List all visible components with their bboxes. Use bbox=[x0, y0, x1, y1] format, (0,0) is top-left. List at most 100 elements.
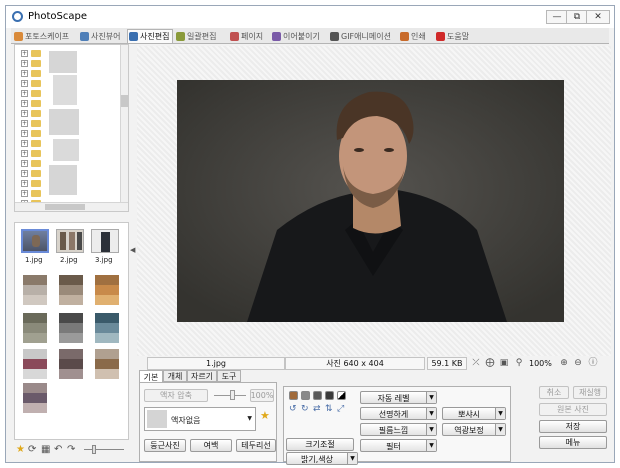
thumbnail-2[interactable] bbox=[56, 229, 84, 253]
film-effect-dropdown[interactable]: 필름느낌 ▼ bbox=[360, 423, 437, 436]
expand-icon[interactable]: + bbox=[21, 80, 28, 87]
blurred-thumbnail[interactable] bbox=[23, 383, 47, 413]
tree-horizontal-scrollbar[interactable] bbox=[15, 202, 128, 211]
frame-compress-button[interactable]: 액자 압축 bbox=[144, 389, 208, 402]
tab-combine[interactable]: 이어붙이기 bbox=[271, 29, 327, 43]
filter-dropdown[interactable]: 필터 ▼ bbox=[360, 439, 437, 452]
expand-icon[interactable]: + bbox=[21, 170, 28, 177]
forward-arrow-icon[interactable]: ↷ bbox=[67, 444, 75, 455]
filter-icon-4[interactable] bbox=[325, 391, 334, 400]
tab-viewer[interactable]: 사진뷰어 bbox=[79, 29, 125, 43]
blurred-thumbnail[interactable] bbox=[59, 313, 83, 343]
tree-hscroll-thumb[interactable] bbox=[45, 204, 85, 210]
expand-icon[interactable]: + bbox=[21, 60, 28, 67]
tab-batch[interactable]: 일괄편집 bbox=[175, 29, 227, 43]
blurred-thumbnail[interactable] bbox=[59, 349, 83, 379]
tab-print[interactable]: 인쇄 bbox=[399, 29, 433, 43]
favorite-star-icon[interactable]: ★ bbox=[260, 409, 270, 422]
tab-gif[interactable]: GIF애니메이션 bbox=[329, 29, 397, 43]
tab-crop[interactable]: 자르기 bbox=[187, 370, 217, 382]
expand-icon[interactable]: + bbox=[21, 130, 28, 137]
zoom-out-icon[interactable]: ⊖ bbox=[573, 358, 583, 368]
frame-dropdown[interactable]: 액자없음 ▼ bbox=[144, 407, 256, 431]
thumbnail-size-slider[interactable] bbox=[84, 449, 124, 450]
right-eye bbox=[384, 148, 394, 152]
tab-photoscape[interactable]: 포토스케이프 bbox=[13, 29, 77, 43]
rotate-icon[interactable]: ⟳ bbox=[28, 444, 36, 455]
undo-button[interactable]: 취소 bbox=[539, 386, 569, 399]
expand-icon[interactable]: + bbox=[21, 180, 28, 187]
blurred-thumbnail[interactable] bbox=[95, 313, 119, 343]
expand-icon[interactable]: + bbox=[21, 150, 28, 157]
tab-help[interactable]: 도움말 bbox=[435, 29, 479, 43]
sharpen-dropdown[interactable]: 선명하게 ▼ bbox=[360, 407, 437, 420]
filter-icon-2[interactable] bbox=[301, 391, 310, 400]
tree-vertical-scrollbar[interactable] bbox=[120, 45, 128, 211]
tab-label: 인쇄 bbox=[411, 31, 426, 41]
thumbnail-2-label: 2.jpg bbox=[60, 256, 78, 264]
expand-icon[interactable]: + bbox=[21, 120, 28, 127]
blurred-thumbnail[interactable] bbox=[95, 349, 119, 379]
frame-section: 액자 압축 100% 액자없음 ▼ ★ 둥근사진 여백 테두리선 bbox=[139, 382, 277, 462]
fit-icon[interactable]: ⤫ bbox=[471, 358, 481, 368]
filter-icon-1[interactable] bbox=[289, 391, 298, 400]
rotate-left-icon[interactable]: ↺ bbox=[289, 404, 297, 414]
expand-icon[interactable]: + bbox=[21, 50, 28, 57]
magnify-icon[interactable]: ⚲ bbox=[514, 358, 524, 368]
tab-editor[interactable]: 사진편집 bbox=[127, 29, 173, 43]
flip-vertical-icon[interactable]: ⇅ bbox=[325, 404, 333, 414]
folder-icon[interactable]: ▦ bbox=[41, 444, 50, 455]
expand-icon[interactable]: + bbox=[21, 70, 28, 77]
bloom-dropdown[interactable]: 뽀샤시 ▼ bbox=[442, 407, 506, 420]
expand-icon[interactable]: + bbox=[21, 140, 28, 147]
thumbnail-3[interactable] bbox=[91, 229, 119, 253]
actual-size-icon[interactable]: ⨁ bbox=[485, 358, 495, 368]
frame-slider-handle[interactable] bbox=[230, 390, 235, 400]
expand-icon[interactable]: + bbox=[21, 160, 28, 167]
expand-icon[interactable]: + bbox=[21, 110, 28, 117]
round-photo-button[interactable]: 둥근사진 bbox=[144, 439, 186, 452]
zoom-in-icon[interactable]: ⊕ bbox=[559, 358, 569, 368]
backlight-dropdown[interactable]: 역광보정 ▼ bbox=[442, 423, 506, 436]
brightness-color-dropdown[interactable]: 밝기,색상 ▼ bbox=[286, 452, 358, 465]
auto-level-dropdown[interactable]: 자동 레벨 ▼ bbox=[360, 391, 437, 404]
expand-icon[interactable]: + bbox=[21, 90, 28, 97]
fit-window-icon[interactable]: ▣ bbox=[499, 358, 509, 368]
collapse-arrow-icon[interactable]: ◀ bbox=[130, 246, 135, 254]
transform-icon[interactable]: ⤢ bbox=[337, 404, 344, 414]
photo-canvas[interactable] bbox=[137, 46, 611, 356]
rotate-right-icon[interactable]: ↻ bbox=[301, 404, 309, 414]
contrast-icon[interactable] bbox=[337, 391, 346, 400]
minimize-button[interactable]: — bbox=[546, 10, 568, 24]
redo-button[interactable]: 재실행 bbox=[573, 386, 607, 399]
blurred-thumbnail[interactable] bbox=[95, 275, 119, 305]
close-button[interactable]: ✕ bbox=[586, 10, 610, 24]
blurred-thumbnail[interactable] bbox=[23, 349, 47, 379]
status-filesize: 59.1 KB bbox=[427, 357, 467, 370]
tab-page[interactable]: 페이지 bbox=[229, 29, 269, 43]
filter-icon-3[interactable] bbox=[313, 391, 322, 400]
tree-scroll-thumb[interactable] bbox=[121, 95, 128, 107]
frame-percent[interactable]: 100% bbox=[250, 389, 274, 402]
resize-button[interactable]: 크기조절 bbox=[286, 438, 354, 451]
star-icon[interactable]: ★ bbox=[16, 444, 25, 455]
blurred-thumbnail[interactable] bbox=[23, 275, 47, 305]
restore-button[interactable]: ⧉ bbox=[566, 10, 588, 24]
info-icon[interactable]: ⓘ bbox=[588, 358, 598, 368]
tab-tools[interactable]: 도구 bbox=[217, 370, 241, 382]
flip-horizontal-icon[interactable]: ⇄ bbox=[313, 404, 321, 414]
expand-icon[interactable]: + bbox=[21, 190, 28, 197]
blurred-thumbnail[interactable] bbox=[23, 313, 47, 343]
blurred-thumbnail[interactable] bbox=[59, 275, 83, 305]
save-button[interactable]: 저장 bbox=[539, 420, 607, 433]
tab-object[interactable]: 개체 bbox=[163, 370, 187, 382]
folder-tree[interactable]: ++++++++++++++++ bbox=[14, 44, 129, 212]
border-line-button[interactable]: 테두리선 bbox=[236, 439, 276, 452]
back-arrow-icon[interactable]: ↶ bbox=[54, 444, 62, 455]
slider-handle[interactable] bbox=[92, 445, 96, 454]
menu-button[interactable]: 메뉴 bbox=[539, 436, 607, 449]
thumbnail-1[interactable] bbox=[21, 229, 49, 253]
original-photo-button[interactable]: 원본 사진 bbox=[539, 403, 607, 416]
margin-button[interactable]: 여백 bbox=[190, 439, 232, 452]
expand-icon[interactable]: + bbox=[21, 100, 28, 107]
